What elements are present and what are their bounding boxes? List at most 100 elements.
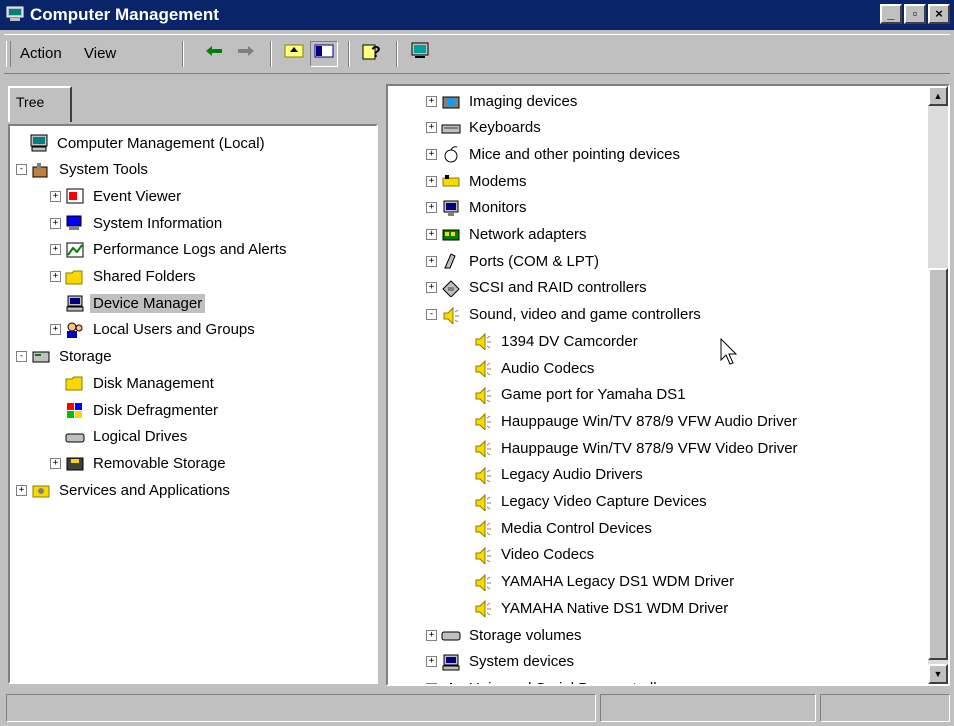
restore-button[interactable]: ▫ bbox=[904, 4, 926, 24]
tree-item[interactable]: + Monitors bbox=[426, 195, 530, 221]
storage-icon bbox=[31, 348, 51, 366]
tree-item[interactable]: Game port for Yamaha DS1 bbox=[458, 382, 689, 408]
help-icon[interactable]: ? bbox=[358, 41, 386, 67]
tree-item[interactable]: Media Control Devices bbox=[458, 515, 655, 541]
tree-item-label: Hauppauge Win/TV 878/9 VFW Audio Driver bbox=[501, 412, 797, 430]
expand-icon[interactable]: + bbox=[426, 122, 437, 134]
device-manager-icon bbox=[65, 294, 85, 312]
tree-item-label: System devices bbox=[469, 653, 575, 671]
toolbar: Action View ? bbox=[4, 34, 950, 74]
tree-item-label: Local Users and Groups bbox=[93, 321, 255, 339]
tree-item[interactable]: + Shared Folders bbox=[50, 264, 199, 290]
expand-icon[interactable]: + bbox=[426, 202, 437, 214]
tree-item-label: Video Codecs bbox=[501, 546, 595, 564]
tree-item[interactable]: Disk Management bbox=[50, 370, 217, 396]
expand-icon[interactable]: + bbox=[426, 682, 437, 684]
close-button[interactable]: × bbox=[928, 4, 950, 24]
tree-item[interactable]: + System Information bbox=[50, 210, 225, 236]
tree-item[interactable]: Hauppauge Win/TV 878/9 VFW Audio Driver bbox=[458, 408, 800, 434]
tree-item[interactable]: + Imaging devices bbox=[426, 88, 580, 114]
tree-item[interactable]: Logical Drives bbox=[50, 424, 190, 450]
tools-icon bbox=[31, 161, 51, 179]
expand-icon[interactable]: + bbox=[426, 175, 437, 187]
tree-item-label: Event Viewer bbox=[93, 187, 182, 205]
tree-item[interactable]: Video Codecs bbox=[458, 542, 597, 568]
system-info-icon bbox=[65, 214, 85, 232]
scroll-up-button[interactable]: ▲ bbox=[928, 86, 948, 106]
up-one-level-icon[interactable] bbox=[280, 41, 308, 67]
tree-item[interactable]: Device Manager bbox=[50, 290, 206, 316]
tree-item[interactable]: + Network adapters bbox=[426, 222, 590, 248]
tree-item[interactable]: + Event Viewer bbox=[50, 183, 184, 209]
tree-item[interactable]: YAMAHA Native DS1 WDM Driver bbox=[458, 595, 731, 621]
expand-icon[interactable]: + bbox=[50, 244, 61, 256]
collapse-icon[interactable]: - bbox=[16, 164, 27, 176]
toolbar-grip[interactable] bbox=[6, 41, 11, 67]
tree-item[interactable]: + Local Users and Groups bbox=[50, 317, 258, 343]
expand-icon[interactable]: + bbox=[16, 484, 27, 496]
expand-icon[interactable]: + bbox=[426, 282, 437, 294]
tree-item-label: Audio Codecs bbox=[501, 359, 595, 377]
tree-item[interactable]: YAMAHA Legacy DS1 WDM Driver bbox=[458, 569, 737, 595]
tree-item[interactable]: + Modems bbox=[426, 168, 530, 194]
status-bar bbox=[0, 692, 954, 726]
tree-item[interactable]: + SCSI and RAID controllers bbox=[426, 275, 650, 301]
title-bar: Computer Management _ ▫ × bbox=[0, 0, 954, 30]
tree-item[interactable]: - Storage bbox=[16, 344, 115, 370]
port-icon bbox=[441, 252, 461, 270]
collapse-icon[interactable]: - bbox=[16, 351, 27, 363]
status-panel-2 bbox=[600, 694, 816, 722]
scroll-down-button[interactable]: ▼ bbox=[928, 664, 948, 684]
minimize-button[interactable]: _ bbox=[880, 4, 902, 24]
speaker-icon bbox=[473, 332, 493, 351]
expand-icon[interactable]: + bbox=[426, 255, 437, 267]
back-icon[interactable] bbox=[200, 41, 228, 67]
tree-item[interactable]: + Mice and other pointing devices bbox=[426, 141, 683, 167]
expand-icon[interactable]: + bbox=[50, 457, 61, 469]
expand-icon[interactable]: + bbox=[426, 229, 437, 240]
tree-item-label: Disk Defragmenter bbox=[93, 401, 219, 419]
collapse-icon[interactable]: - bbox=[426, 309, 437, 321]
forward-icon[interactable] bbox=[232, 41, 260, 67]
tree-item[interactable]: + Storage volumes bbox=[426, 622, 585, 648]
vertical-scrollbar[interactable]: ▲ ▼ bbox=[928, 86, 948, 684]
expand-icon[interactable]: + bbox=[426, 95, 437, 107]
menu-action[interactable]: Action bbox=[20, 45, 62, 62]
expand-icon[interactable]: + bbox=[50, 190, 61, 202]
scroll-thumb[interactable] bbox=[928, 268, 948, 660]
window-title: Computer Management bbox=[30, 5, 219, 24]
tree-item[interactable]: + Services and Applications bbox=[16, 477, 233, 503]
tree-item[interactable]: Audio Codecs bbox=[458, 355, 597, 381]
tree-item[interactable]: Computer Management (Local) bbox=[14, 130, 268, 156]
expand-icon[interactable]: + bbox=[50, 217, 61, 229]
tree-item[interactable]: + Removable Storage bbox=[50, 450, 229, 476]
tab-tree[interactable]: Tree bbox=[8, 86, 72, 122]
tree-item[interactable]: - Sound, video and game controllers bbox=[426, 302, 704, 328]
speaker-icon bbox=[473, 359, 493, 377]
tree-item[interactable]: + Performance Logs and Alerts bbox=[50, 237, 289, 263]
tree-item[interactable]: + Ports (COM & LPT) bbox=[426, 248, 602, 274]
properties-icon[interactable] bbox=[406, 41, 434, 67]
tree-item[interactable]: Legacy Audio Drivers bbox=[458, 462, 646, 488]
tree-item-label: Mice and other pointing devices bbox=[469, 145, 680, 163]
tree-item-label: YAMAHA Native DS1 WDM Driver bbox=[501, 599, 729, 617]
expand-icon[interactable]: + bbox=[50, 324, 61, 336]
tree-item[interactable]: Hauppauge Win/TV 878/9 VFW Video Driver bbox=[458, 435, 801, 461]
expand-icon[interactable]: + bbox=[426, 629, 437, 641]
expand-icon[interactable]: + bbox=[426, 656, 437, 668]
tree-item[interactable]: Legacy Video Capture Devices bbox=[458, 489, 710, 515]
tree-item[interactable]: - System Tools bbox=[16, 157, 151, 183]
tree-item[interactable]: + Keyboards bbox=[426, 115, 544, 141]
tree-item[interactable]: 1394 DV Camcorder bbox=[458, 328, 641, 354]
tree-item-label: Universal Serial Bus controllers bbox=[466, 679, 680, 684]
tree-item-label: Legacy Video Capture Devices bbox=[501, 493, 707, 510]
speaker-icon bbox=[473, 546, 493, 564]
expand-icon[interactable]: + bbox=[426, 148, 437, 160]
menu-view[interactable]: View bbox=[84, 45, 116, 62]
tree-item[interactable]: + System devices bbox=[426, 649, 577, 675]
tree-item[interactable]: Disk Defragmenter bbox=[50, 397, 221, 423]
expand-icon[interactable]: + bbox=[50, 271, 61, 282]
tree-item[interactable]: + Universal Serial Bus controllers bbox=[426, 675, 680, 684]
show-hide-tree-icon[interactable] bbox=[310, 41, 338, 67]
monitor-icon bbox=[441, 199, 461, 217]
